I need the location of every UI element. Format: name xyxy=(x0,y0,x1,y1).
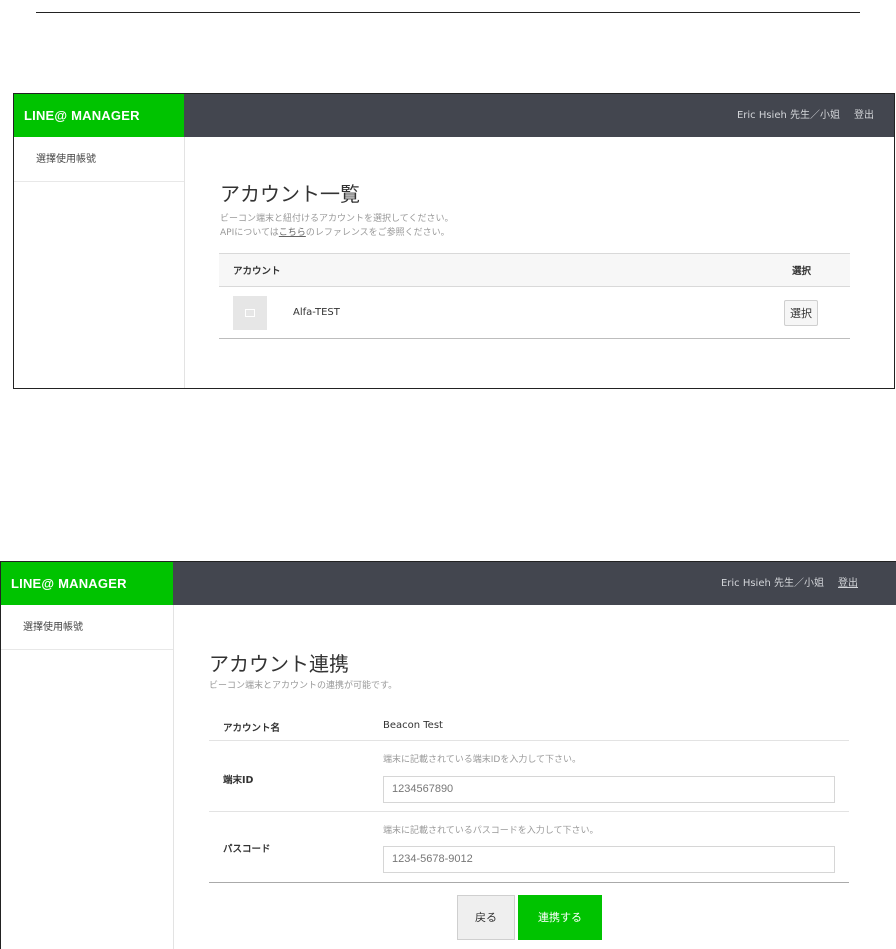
passcode-input[interactable]: 1234-5678-9012 xyxy=(383,846,835,873)
page-description: ビーコン端末とアカウントの連携が可能です。 xyxy=(209,681,398,691)
account-name-label: アカウント名 xyxy=(223,723,281,734)
table-header-row: アカウント 選択 xyxy=(219,253,850,287)
form-row-device-id: 端末ID 端末に記載されている端末IDを入力して下さい。 1234567890 xyxy=(209,741,849,812)
select-button[interactable]: 選択 xyxy=(784,299,818,326)
image-placeholder-icon xyxy=(233,295,267,330)
user-area: Eric Hsieh 先生／小姐 登出 xyxy=(737,94,874,137)
page-title: アカウント連携 xyxy=(209,652,349,676)
logout-link[interactable]: 登出 xyxy=(838,578,858,589)
sidebar-item-select-account[interactable]: 選擇使用帳號 xyxy=(14,137,184,182)
column-header-select: 選択 xyxy=(784,253,850,287)
select-cell: 選択 xyxy=(784,286,850,339)
page-title: アカウント一覧 xyxy=(220,182,360,206)
user-name: Eric Hsieh 先生／小姐 xyxy=(736,110,840,121)
main-content: アカウント連携 ビーコン端末とアカウントの連携が可能です。 xyxy=(209,648,397,693)
header-bar: LINE@ MANAGER Eric Hsieh 先生／小姐 登出 xyxy=(1,562,896,605)
account-name-value: Beacon Test xyxy=(383,720,443,731)
page-description: ビーコン端末と紐付けるアカウントを選択してください。 APIについてはこちらのレ… xyxy=(220,212,453,240)
description-text: APIについては xyxy=(220,228,279,238)
sidebar: 選擇使用帳號 xyxy=(1,605,174,949)
user-area: Eric Hsieh 先生／小姐 登出 xyxy=(721,562,858,605)
form-row-account-name: アカウント名 Beacon Test xyxy=(209,708,849,741)
description-line-1: ビーコン端末と紐付けるアカウントを選択してください。 xyxy=(220,214,454,224)
account-cell: Alfa-TEST xyxy=(219,286,784,339)
reference-link[interactable]: こちら xyxy=(279,228,306,238)
logo[interactable]: LINE@ MANAGER xyxy=(1,562,173,605)
back-button[interactable]: 戻る xyxy=(457,895,515,940)
device-id-hint: 端末に記載されている端末IDを入力して下さい。 xyxy=(383,755,582,765)
link-button[interactable]: 連携する xyxy=(518,895,602,940)
passcode-hint: 端末に記載されているパスコードを入力して下さい。 xyxy=(383,826,599,836)
user-name: Eric Hsieh 先生／小姐 xyxy=(720,578,824,589)
top-divider xyxy=(36,12,860,13)
account-name: Alfa-TEST xyxy=(293,307,340,318)
main-content: アカウント一覧 ビーコン端末と紐付けるアカウントを選択してください。 APIにつ… xyxy=(220,178,453,240)
form-row-passcode: パスコード 端末に記載されているパスコードを入力して下さい。 1234-5678… xyxy=(209,812,849,883)
device-id-input[interactable]: 1234567890 xyxy=(383,776,835,803)
account-list-screen: LINE@ MANAGER Eric Hsieh 先生／小姐 登出 選擇使用帳號 … xyxy=(13,93,895,389)
description-text: のレファレンスをご参照ください。 xyxy=(305,228,450,238)
sidebar-item-select-account[interactable]: 選擇使用帳號 xyxy=(1,605,173,650)
description-line-2: APIについてはこちらのレファレンスをご参照ください。 xyxy=(220,226,453,240)
logo[interactable]: LINE@ MANAGER xyxy=(14,94,184,137)
column-header-account: アカウント xyxy=(219,253,784,287)
sidebar: 選擇使用帳號 xyxy=(14,137,185,388)
account-link-screen: LINE@ MANAGER Eric Hsieh 先生／小姐 登出 選擇使用帳號 … xyxy=(0,561,896,949)
table-row: Alfa-TEST 選択 xyxy=(219,286,850,339)
device-id-label: 端末ID xyxy=(223,775,254,786)
header-bar: LINE@ MANAGER Eric Hsieh 先生／小姐 登出 xyxy=(14,94,894,137)
account-table: アカウント 選択 Alfa-TEST 選択 xyxy=(219,253,850,339)
passcode-label: パスコード xyxy=(223,844,271,855)
logout-link[interactable]: 登出 xyxy=(854,110,874,121)
